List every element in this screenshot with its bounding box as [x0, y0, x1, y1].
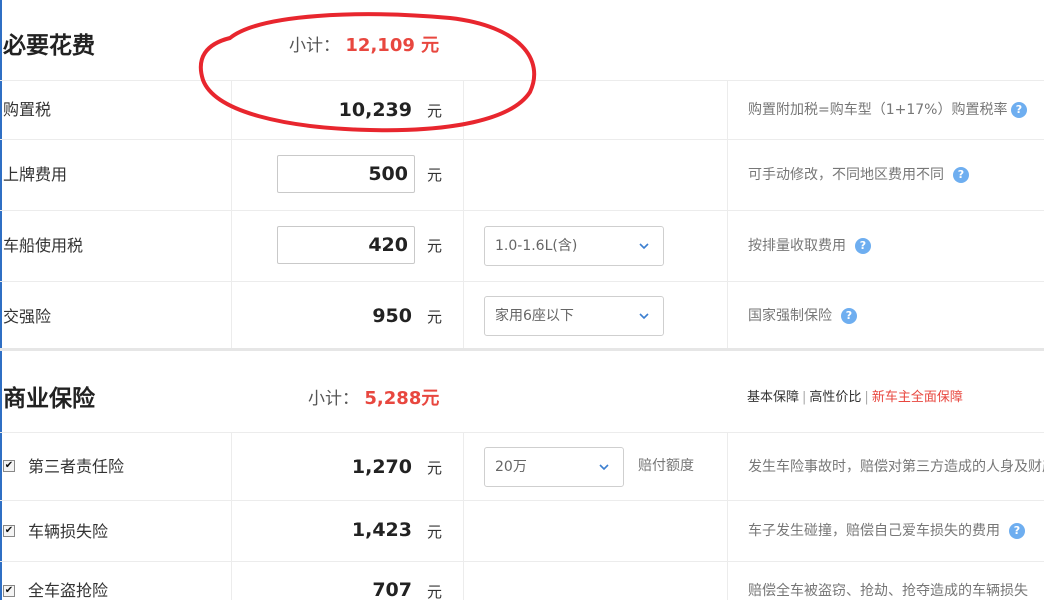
annotation-circle — [198, 12, 537, 133]
